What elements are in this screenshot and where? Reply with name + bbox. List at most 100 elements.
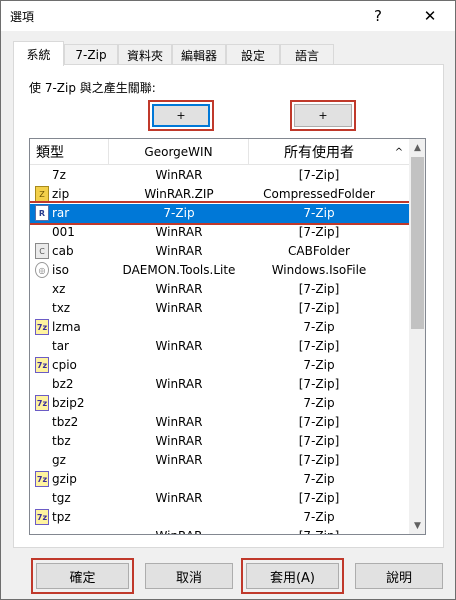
row-type: gz [52,453,66,467]
row-all-users: [7-Zip] [298,168,340,182]
row-type: xz [52,282,66,296]
row-george: WinRAR.ZIP [144,187,214,201]
row-type: cab [52,244,74,258]
row-george: WinRAR [155,301,203,315]
row-type: zip [52,187,70,201]
associate-current-user-label: + [152,104,210,127]
row-george: WinRAR [155,491,203,505]
apply-button[interactable]: 套用(A) [241,558,344,594]
row-type: tgz [52,491,71,505]
row-george: DAEMON.Tools.Lite [122,263,236,277]
row-type: tpz [52,510,71,524]
row-all-users: [7-Zip] [298,339,340,353]
list-row[interactable]: Ccab WinRAR CABFolder [30,242,409,261]
ok-button[interactable]: 確定 [31,558,134,594]
cancel-button[interactable]: 取消 [140,558,238,594]
cab-icon: C [35,243,49,259]
list-row[interactable]: 7z gzip 7-Zip [30,470,409,489]
column-header-all-users[interactable]: 所有使用者 [249,139,389,165]
window-title: 選項 [10,10,35,24]
tab-folders[interactable]: 資料夾 [118,44,172,65]
row-type: iso [52,263,69,277]
tab-language[interactable]: 語言 [280,44,334,65]
associate-current-user-button[interactable]: + [148,100,214,131]
list-row[interactable]: 7z cpio 7-Zip [30,356,409,375]
row-type: lzma [52,320,81,334]
list-row[interactable]: 7z WinRAR [7-Zip] [30,166,409,185]
system-tab-panel: 使 7-Zip 與之產生關聯: + + 類型 GeorgeWIN 所有使用者 ^… [13,64,444,548]
row-george: WinRAR [155,225,203,239]
row-all-users: CABFolder [288,244,350,258]
row-all-users: [7-Zip] [298,453,340,467]
ok-label: 確定 [36,563,129,589]
zip-icon: Z [35,186,49,202]
list-row[interactable]: bz2 WinRAR [7-Zip] [30,375,409,394]
row-all-users: [7-Zip] [298,415,340,429]
apply-label: 套用(A) [246,563,339,589]
row-type: tbz [52,434,71,448]
scroll-down-icon[interactable]: ▼ [409,517,425,534]
list-row[interactable]: WinRAR[7-Zip] [30,527,409,534]
list-row[interactable]: xz WinRAR [7-Zip] [30,280,409,299]
close-icon[interactable]: ✕ [407,1,453,31]
row-all-users: CompressedFolder [263,187,375,201]
list-row[interactable]: ◎ iso DAEMON.Tools.Lite Windows.IsoFile [30,261,409,280]
list-rows: 7z WinRAR [7-Zip] Zzip WinRAR.ZIP CompressedF… [30,166,413,534]
list-row[interactable]: tbz WinRAR [7-Zip] [30,432,409,451]
scroll-thumb[interactable] [411,157,424,329]
row-type: tar [52,339,69,353]
tab-7zip[interactable]: 7-Zip [64,44,118,65]
row-all-users: Windows.IsoFile [271,263,367,277]
row-all-users: [7-Zip] [298,377,340,391]
row-type: tbz2 [52,415,79,429]
row-george: WinRAR [109,529,249,534]
row-george: WinRAR [155,244,203,258]
row-all-users: [7-Zip] [249,529,389,534]
7z-icon: 7z [35,509,49,525]
row-type: 7z [52,168,66,182]
tab-editor[interactable]: 編輯器 [172,44,226,65]
row-all-users: [7-Zip] [298,301,340,315]
column-header-type[interactable]: 類型 [30,139,109,165]
disc-icon: ◎ [35,262,49,278]
row-all-users: 7-Zip [303,472,335,486]
row-george: WinRAR [155,168,203,182]
column-header-george[interactable]: GeorgeWIN [109,139,249,165]
associate-all-users-label: + [294,104,352,127]
title-bar: 選項 ? ✕ [1,1,455,31]
row-all-users: [7-Zip] [298,282,340,296]
row-all-users: [7-Zip] [298,225,340,239]
list-row[interactable]: gz WinRAR [7-Zip] [30,451,409,470]
associate-all-users-button[interactable]: + [290,100,356,131]
list-row[interactable]: 7z bzip2 7-Zip [30,394,409,413]
help-icon[interactable]: ? [355,1,401,31]
list-row[interactable]: tgz WinRAR [7-Zip] [30,489,409,508]
row-all-users: [7-Zip] [298,434,340,448]
scroll-up-icon[interactable]: ▲ [409,139,425,156]
row-all-users: 7-Zip [303,358,335,372]
row-type: 001 [52,225,75,239]
list-row[interactable]: tar WinRAR [7-Zip] [30,337,409,356]
row-type: bz2 [52,377,74,391]
list-header: 類型 GeorgeWIN 所有使用者 ^ [30,139,409,165]
7z-icon: 7z [35,357,49,373]
vertical-scrollbar[interactable]: ▲ ▼ [409,139,425,534]
list-row[interactable]: 001 WinRAR [7-Zip] [30,223,409,242]
list-row[interactable]: 7z tpz 7-Zip [30,508,409,527]
help-button[interactable]: 說明 [350,558,448,594]
list-row[interactable]: tbz2 WinRAR [7-Zip] [30,413,409,432]
7z-icon: 7z [35,319,49,335]
row-george: WinRAR [155,434,203,448]
file-association-list[interactable]: 類型 GeorgeWIN 所有使用者 ^ 7z WinRAR [7-Zip] Zzip… [29,138,426,535]
row-all-users: 7-Zip [303,510,335,524]
associate-label: 使 7-Zip 與之產生關聯: [29,81,156,95]
tab-settings[interactable]: 設定 [226,44,280,65]
row-george: WinRAR [155,415,203,429]
chevron-up-icon: ^ [394,146,404,158]
tab-system[interactable]: 系統 [13,41,64,66]
row-george: WinRAR [155,377,203,391]
7z-icon: 7z [35,471,49,487]
cancel-label: 取消 [145,563,233,589]
list-row[interactable]: 7z lzma 7-Zip [30,318,409,337]
list-row[interactable]: txz WinRAR [7-Zip] [30,299,409,318]
